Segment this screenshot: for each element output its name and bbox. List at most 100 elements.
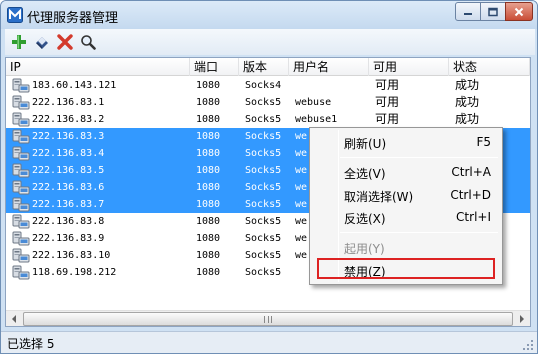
- menu-shortcut: Ctrl+I: [456, 210, 491, 224]
- cell-username: we: [295, 165, 308, 176]
- resize-grip-icon[interactable]: [522, 339, 534, 351]
- menu-label: 全选(V): [344, 167, 386, 181]
- menu-item-select-all[interactable]: 全选(V) Ctrl+A: [313, 161, 499, 183]
- table-row[interactable]: 183.60.143.121 1080 Socks4 可用 成功: [6, 77, 530, 94]
- cell-ip: 183.60.143.121: [32, 80, 117, 91]
- cell-available: 可用: [375, 112, 400, 126]
- cell-status: 成功: [455, 78, 480, 92]
- menu-label: 取消选择(W): [344, 190, 414, 204]
- cell-version: Socks5: [245, 182, 282, 193]
- proxy-server-icon: [12, 145, 30, 162]
- column-header-available[interactable]: 可用: [369, 58, 449, 76]
- cell-version: Socks5: [245, 97, 282, 108]
- scroll-left-button[interactable]: [6, 311, 23, 326]
- column-header-ip[interactable]: IP: [6, 58, 190, 76]
- cell-version: Socks5: [245, 199, 282, 210]
- cell-ip: 118.69.198.212: [32, 267, 117, 278]
- maximize-button[interactable]: [480, 2, 506, 21]
- cell-port: 1080: [196, 97, 221, 108]
- cell-version: Socks5: [245, 267, 282, 278]
- cell-port: 1080: [196, 216, 221, 227]
- menu-item-deselect[interactable]: 取消选择(W) Ctrl+D: [313, 184, 499, 206]
- cell-version: Socks5: [245, 148, 282, 159]
- disable-highlight-box: [317, 258, 495, 279]
- proxy-server-icon: [12, 196, 30, 213]
- cell-port: 1080: [196, 148, 221, 159]
- proxy-server-icon: [12, 213, 30, 230]
- cell-available: 可用: [375, 78, 400, 92]
- cell-version: Socks5: [245, 114, 282, 125]
- cell-port: 1080: [196, 250, 221, 261]
- table-row[interactable]: 222.136.83.2 1080 Socks5 webuse1 可用 成功: [6, 111, 530, 128]
- toolbar: [5, 29, 535, 55]
- menu-item-invert-selection[interactable]: 反选(X) Ctrl+I: [313, 206, 499, 228]
- column-header-username[interactable]: 用户名: [289, 58, 369, 76]
- menu-shortcut: Ctrl+A: [451, 165, 491, 179]
- search-button[interactable]: [77, 31, 99, 53]
- cell-ip: 222.136.83.2: [32, 114, 105, 125]
- column-header-status[interactable]: 状态: [449, 58, 530, 76]
- scroll-right-button[interactable]: [513, 311, 530, 326]
- status-bar: 已选择 5: [1, 331, 537, 353]
- menu-item-enable: 起用(Y): [313, 236, 499, 258]
- cell-port: 1080: [196, 233, 221, 244]
- cell-ip: 222.136.83.9: [32, 233, 105, 244]
- menu-separator: [340, 157, 498, 158]
- menu-separator: [340, 232, 498, 233]
- table-row[interactable]: 222.136.83.1 1080 Socks5 webuse 可用 成功: [6, 94, 530, 111]
- selection-count: 已选择 5: [7, 337, 55, 351]
- menu-item-refresh[interactable]: 刷新(U) F5: [313, 131, 499, 153]
- title-bar[interactable]: 代理服务器管理: [1, 1, 537, 29]
- menu-label: 起用(Y): [344, 242, 385, 256]
- cell-ip: 222.136.83.10: [32, 250, 111, 261]
- cell-port: 1080: [196, 199, 221, 210]
- menu-label: 刷新(U): [344, 137, 387, 151]
- cell-port: 1080: [196, 182, 221, 193]
- cell-ip: 222.136.83.8: [32, 216, 105, 227]
- menu-shortcut: F5: [476, 135, 491, 149]
- cell-ip: 222.136.83.6: [32, 182, 105, 193]
- chevron-right-icon: [520, 315, 524, 323]
- cell-ip: 222.136.83.3: [32, 131, 105, 142]
- cell-port: 1080: [196, 80, 221, 91]
- column-header-port[interactable]: 端口: [190, 58, 239, 76]
- horizontal-scrollbar[interactable]: [6, 310, 530, 326]
- cell-available: 可用: [375, 95, 400, 109]
- cell-username: webuse: [295, 97, 332, 108]
- edit-icon: [36, 37, 48, 49]
- add-icon: [12, 35, 26, 49]
- cell-username: we: [295, 131, 308, 142]
- proxy-server-icon: [12, 111, 30, 128]
- app-icon: [7, 7, 23, 23]
- cell-version: Socks5: [245, 216, 282, 227]
- search-icon: [81, 35, 96, 50]
- cell-status: 成功: [455, 112, 480, 126]
- close-button[interactable]: [505, 2, 533, 21]
- chevron-left-icon: [12, 315, 16, 323]
- window-title: 代理服务器管理: [27, 11, 119, 26]
- cell-port: 1080: [196, 131, 221, 142]
- cell-username: we: [295, 216, 308, 227]
- minimize-icon: [464, 12, 472, 15]
- scrollbar-thumb[interactable]: [23, 312, 513, 326]
- cell-version: Socks5: [245, 165, 282, 176]
- proxy-server-icon: [12, 264, 30, 281]
- proxy-server-icon: [12, 128, 30, 145]
- cell-username: we: [295, 199, 308, 210]
- cell-version: Socks5: [245, 131, 282, 142]
- delete-icon: [57, 34, 73, 50]
- edit-button[interactable]: [31, 31, 53, 53]
- cell-version: Socks5: [245, 250, 282, 261]
- cell-port: 1080: [196, 267, 221, 278]
- proxy-server-icon: [12, 230, 30, 247]
- add-button[interactable]: [8, 31, 30, 53]
- minimize-button[interactable]: [455, 2, 481, 21]
- proxy-server-icon: [12, 77, 30, 94]
- delete-button[interactable]: [54, 31, 76, 53]
- proxy-server-icon: [12, 179, 30, 196]
- cell-username: we: [295, 233, 308, 244]
- column-header-version[interactable]: 版本: [239, 58, 289, 76]
- cell-ip: 222.136.83.7: [32, 199, 105, 210]
- menu-label: 反选(X): [344, 212, 386, 226]
- close-icon: [514, 7, 524, 16]
